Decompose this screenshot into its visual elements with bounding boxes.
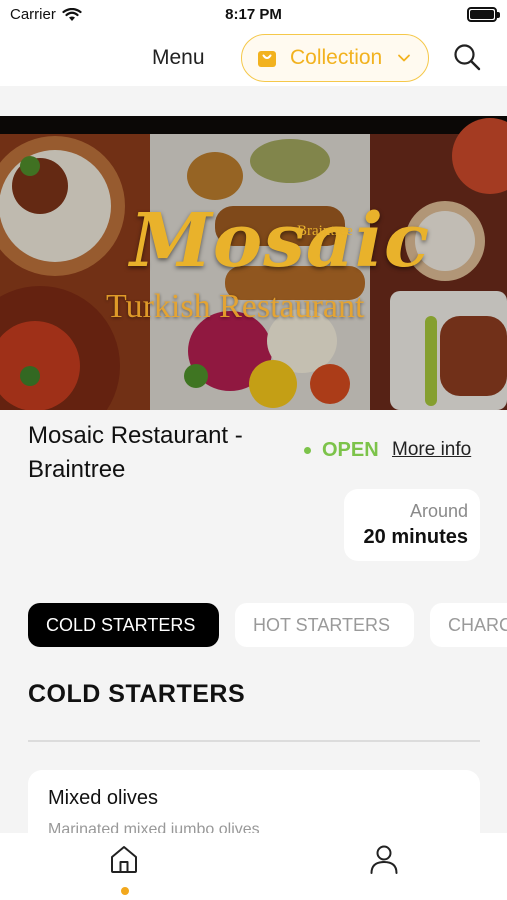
collection-dropdown[interactable]: Collection: [241, 34, 429, 82]
status-bar: Carrier 8:17 PM: [0, 0, 507, 30]
open-status-label: OPEN: [322, 439, 379, 461]
restaurant-name: Mosaic Restaurant - Braintree: [28, 422, 243, 483]
shopping-bag-icon: [258, 51, 276, 67]
app-header: Menu Collection: [0, 30, 507, 86]
search-icon[interactable]: [452, 42, 482, 72]
menu-item-card[interactable]: Mixed olives Marinated mixed jumbo olive…: [28, 770, 480, 834]
brand-logo-main: Mosaic: [130, 198, 431, 284]
menu-item-name: Mixed olives: [48, 787, 159, 809]
tab-hot-starters[interactable]: HOT STARTERS: [235, 603, 414, 647]
restaurant-banner: Mosaic Braintree Turkish Restaurant: [0, 116, 507, 410]
page-title: Menu: [152, 46, 205, 69]
chevron-down-icon: [398, 54, 411, 62]
section-divider: [28, 740, 480, 742]
category-tabs: COLD STARTERS HOT STARTERS CHARCOAL GRIL…: [28, 603, 507, 649]
brand-logo-tagline: Turkish Restaurant: [106, 288, 365, 325]
bottom-navigation: [0, 833, 507, 900]
home-icon[interactable]: [108, 843, 140, 875]
active-tab-indicator: [121, 887, 129, 895]
tab-charcoal-grill[interactable]: CHARCOAL GRILL: [430, 603, 507, 647]
wait-time-value: 20 minutes: [363, 526, 468, 548]
more-info-link[interactable]: More info: [392, 439, 471, 461]
battery-icon: [467, 7, 500, 22]
profile-icon[interactable]: [368, 843, 400, 875]
clock: 8:17 PM: [225, 6, 282, 23]
section-title: COLD STARTERS: [28, 680, 246, 708]
brand-logo-location: Braintree: [297, 223, 353, 239]
collection-label: Collection: [290, 46, 383, 69]
wait-time-card: Around 20 minutes: [344, 489, 480, 561]
wait-time-prefix: Around: [409, 501, 468, 521]
open-status-dot: [304, 447, 311, 454]
tab-cold-starters[interactable]: COLD STARTERS: [28, 603, 219, 647]
